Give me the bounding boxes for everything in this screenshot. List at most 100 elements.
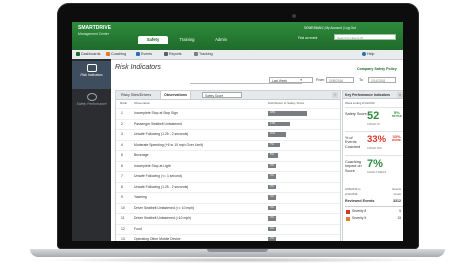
tab-risky-sites-drivers[interactable]: Risky Sites/Drivers	[118, 91, 154, 99]
row-rank: 13	[121, 237, 125, 241]
table-row[interactable]: 9 Yawning 3%	[116, 192, 340, 203]
row-rank: 4	[121, 142, 123, 147]
brand-logo[interactable]: SMARTDRIVE	[78, 26, 111, 31]
sidebar-item-safety-performance[interactable]: Safety Performance	[72, 90, 111, 118]
brand-subtitle: Management Center	[78, 32, 109, 36]
table-row[interactable]: 6 Incomplete Stop at Light 4%	[116, 160, 340, 172]
to-label: To	[359, 78, 363, 82]
tracking-icon	[194, 51, 198, 56]
coaching-icon	[106, 51, 110, 56]
distribution-percent: 18%	[270, 111, 276, 114]
kpi-safety-score[interactable]: Safety Score 52 TARGET 50 5% BETTER	[345, 107, 403, 132]
camera-dot	[292, 14, 296, 18]
table-row[interactable]: 1 Incomplete Stop at Stop Sign 18%	[116, 108, 340, 119]
collapse-icon[interactable]: ›	[332, 92, 338, 98]
column-header-observation[interactable]: Observation	[134, 101, 150, 105]
kpi-value: 52	[367, 110, 380, 122]
sidebar-item-label: Safety Performance	[76, 102, 107, 106]
kpi-event-range: 2/08/2016 to Events 2/14/2016 Count	[345, 187, 403, 197]
kpi-label: Coaching Impact on Score	[345, 160, 362, 173]
app-screen: SMARTDRIVE Management Center Safety Trai…	[72, 22, 403, 241]
column-header-distribution[interactable]: Distribution to Safety Score	[268, 101, 304, 105]
table-row[interactable]: 2 Passenger Seatbelt Unfastened 14%	[116, 118, 340, 130]
kpi-events-coached[interactable]: % of Events Coached 33% TARGET 80% 33% WO…	[345, 131, 403, 156]
row-rank: 1	[121, 111, 123, 115]
distribution-percent: 14%	[270, 121, 276, 125]
sort-by-select[interactable]: Safety Score	[202, 92, 242, 98]
distribution-percent: 4%	[270, 174, 274, 177]
reviewed-events-row[interactable]: Reviewed Events 3312	[345, 199, 403, 207]
period-select[interactable]: Last Week	[269, 77, 313, 83]
distribution-bar: 3%	[268, 195, 276, 200]
table-row[interactable]: 3 Unsafe Following (1.25 - 2 seconds) 11%	[116, 129, 340, 140]
user-menu[interactable]: SDWEBMAN | My Account | Log Out	[304, 26, 356, 30]
severity-swatch	[346, 209, 350, 214]
table-row[interactable]: 4 Moderate Speeding (+6 to 10 mph Over Li…	[116, 139, 340, 151]
distribution-bar: 7%	[268, 142, 281, 147]
row-rank: 8	[121, 184, 123, 189]
events-icon	[136, 51, 140, 56]
observations-table-body: 1 Incomplete Stop at Stop Sign 18% 2 Passeng…	[116, 108, 340, 241]
distribution-percent: 11%	[270, 132, 275, 135]
table-row[interactable]: 7 Unsafe Following (<= 1 second) 4%	[116, 171, 340, 182]
table-row[interactable]: 8 Unsafe Following (1.25 - 2 seconds) 3%	[116, 181, 340, 193]
distribution-bar: 11%	[268, 132, 287, 137]
table-row[interactable]: 10 Driver Seatbelt Unfastened (<= 10 mph)…	[116, 202, 340, 214]
help-icon	[362, 51, 366, 56]
sidebar-item-risk-indicators[interactable]: Risk Indicators	[72, 61, 111, 89]
tab-admin[interactable]: Admin	[206, 36, 236, 44]
tab-training[interactable]: Training	[172, 36, 202, 44]
severity-label: Severity 5	[352, 216, 367, 220]
nav-reports[interactable]: Reports	[164, 51, 182, 58]
distribution-bar: 5%	[268, 153, 278, 158]
table-row[interactable]: 5 Beverage 5%	[116, 150, 340, 161]
tab-safety[interactable]: Safety	[138, 36, 168, 44]
row-observation: Unsafe Following (<= 1 second)	[134, 174, 182, 178]
company-safety-policy-link[interactable]: Company Safety Policy	[357, 67, 397, 71]
distribution-bar: 18%	[268, 111, 308, 116]
table-header: Rank Observation Distribution to Safety …	[116, 101, 340, 107]
nav-coaching[interactable]: Coaching	[106, 51, 126, 58]
row-rank: 11	[121, 216, 125, 220]
nav-help-label: Help	[367, 52, 375, 56]
from-date-input[interactable]: 2/08/2016	[326, 77, 354, 83]
kpi-delta-note: BETTER	[392, 115, 402, 118]
nav-help[interactable]: Help	[362, 51, 374, 58]
nav-coaching-label: Coaching	[111, 52, 127, 56]
to-date-input[interactable]: 2/14/2016	[368, 77, 396, 83]
distribution-percent: 5%	[270, 153, 274, 156]
nav-tracking[interactable]: Tracking	[194, 51, 213, 58]
reviewed-events-count: 3312	[393, 199, 401, 203]
from-label: From	[316, 78, 325, 82]
observations-tab-bar: Risky Sites/Drivers Observations Safety …	[116, 91, 340, 100]
left-sidebar: Risk Indicators Safety Performance	[72, 59, 111, 241]
kpi-target: TARGET 50	[367, 123, 380, 126]
dashboard-icon	[76, 51, 80, 56]
distribution-percent: 3%	[270, 216, 274, 219]
distribution-bar: 3%	[268, 205, 276, 210]
table-row[interactable]: 13 Operating Other Mobile Device 2%	[116, 234, 340, 241]
nav-dashboards[interactable]: Dashboards	[76, 51, 100, 58]
severity-count: 5	[399, 209, 401, 213]
nav-events[interactable]: Events	[136, 51, 152, 58]
table-row[interactable]: 12 Food 2%	[116, 223, 340, 235]
row-observation: Yawning	[134, 195, 147, 199]
sub-navigation: Dashboards Coaching Events Reports Track…	[72, 50, 403, 60]
severity-row[interactable]: Severity 5 15	[346, 216, 403, 222]
distribution-percent: 4%	[270, 163, 274, 167]
table-row[interactable]: 11 Driver Seatbelt Unfastened (>10 mph) 3%	[116, 213, 340, 224]
gauge-icon	[86, 93, 97, 101]
severity-row[interactable]: Severity 8 5	[346, 209, 403, 215]
kpi-value: 33%	[367, 134, 387, 145]
tab-observations[interactable]: Observations	[160, 91, 191, 99]
nav-dashboards-label: Dashboards	[81, 52, 101, 56]
kpi-coaching-impact[interactable]: Coaching Impact on Score 7% SAVED 4 WEEK…	[345, 155, 403, 180]
column-header-rank[interactable]: Rank	[120, 101, 127, 105]
kpi-target: TARGET 80%	[367, 147, 382, 150]
row-observation: Food	[134, 226, 142, 231]
severity-count: 15	[397, 216, 401, 220]
close-icon[interactable]: ×	[397, 92, 403, 98]
distribution-percent: 7%	[270, 142, 274, 146]
event-search-input[interactable]: Search for Event ID	[334, 34, 396, 40]
nav-tracking-label: Tracking	[199, 52, 213, 56]
